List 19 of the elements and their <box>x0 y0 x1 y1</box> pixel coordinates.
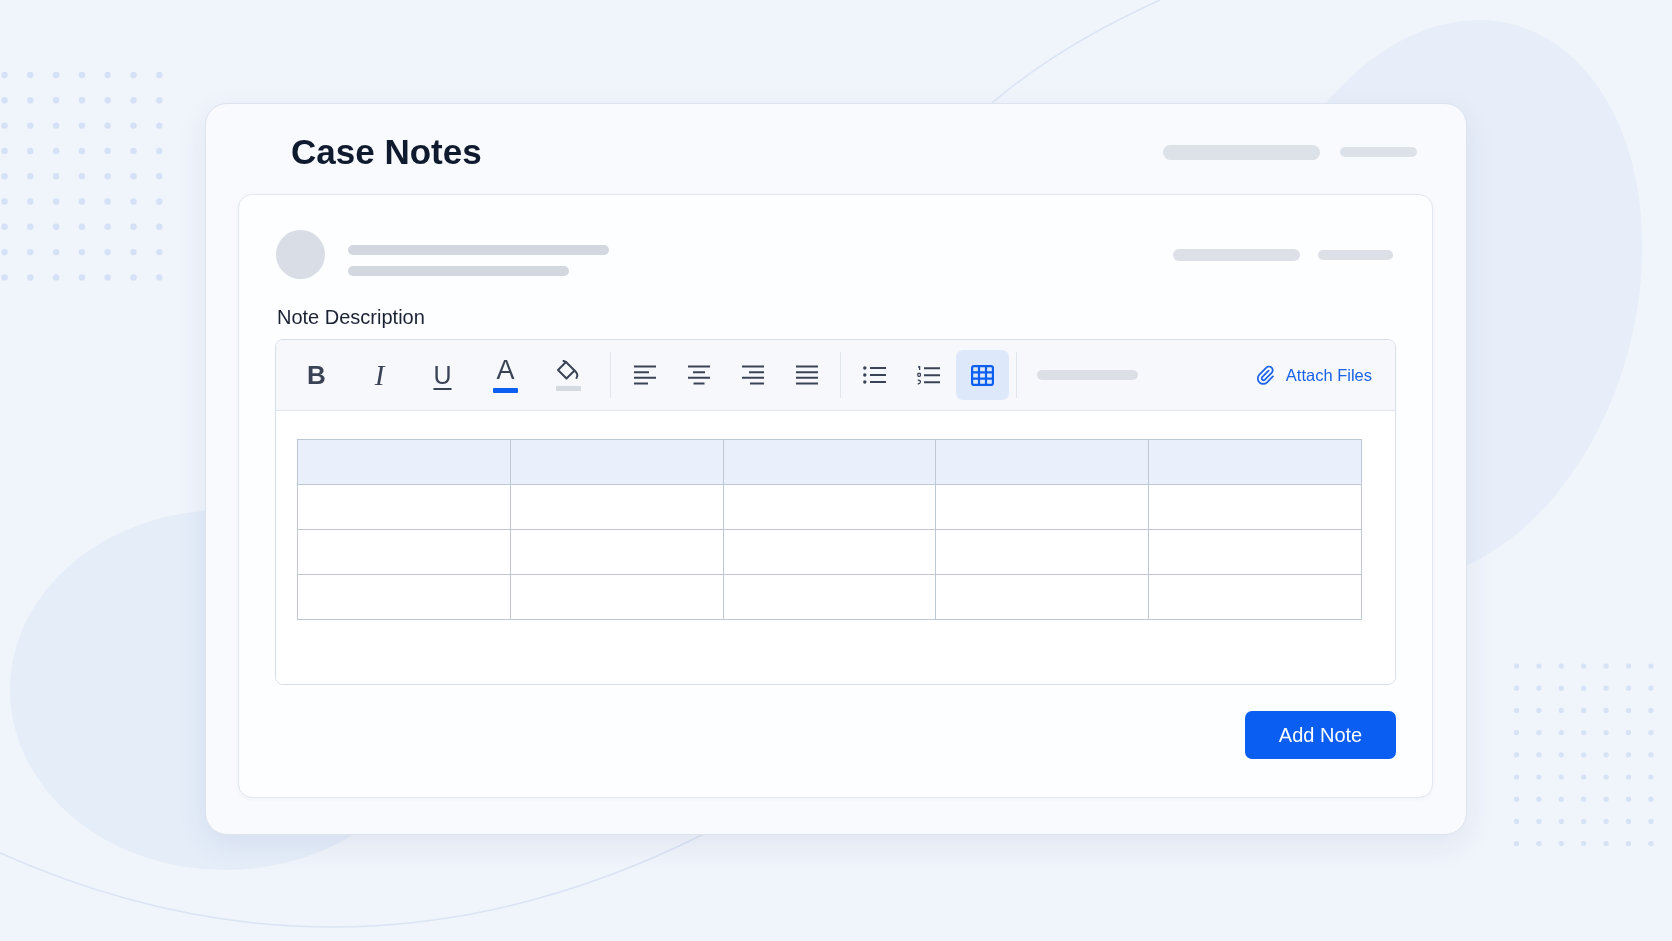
bullet-list-icon <box>863 366 886 384</box>
page-title: Case Notes <box>291 131 482 173</box>
italic-button[interactable]: I <box>353 350 406 400</box>
text-color-button[interactable]: A <box>479 350 532 400</box>
justify-icon <box>795 365 818 385</box>
align-left-icon <box>633 365 656 385</box>
paint-bucket-icon <box>556 359 581 382</box>
underline-button[interactable]: U <box>416 350 469 400</box>
field-label: Note Description <box>277 305 426 329</box>
table-icon <box>971 364 994 386</box>
table-button[interactable] <box>956 350 1009 400</box>
add-note-button[interactable]: Add Note <box>1245 711 1396 759</box>
align-center-icon <box>687 365 710 385</box>
align-right-icon <box>741 365 764 385</box>
numbered-list-icon <box>917 365 940 385</box>
paperclip-icon <box>1254 364 1276 386</box>
bold-button[interactable]: B <box>290 350 343 400</box>
avatar-placeholder <box>276 230 325 279</box>
attach-files-link[interactable]: Attach Files <box>1254 362 1372 388</box>
